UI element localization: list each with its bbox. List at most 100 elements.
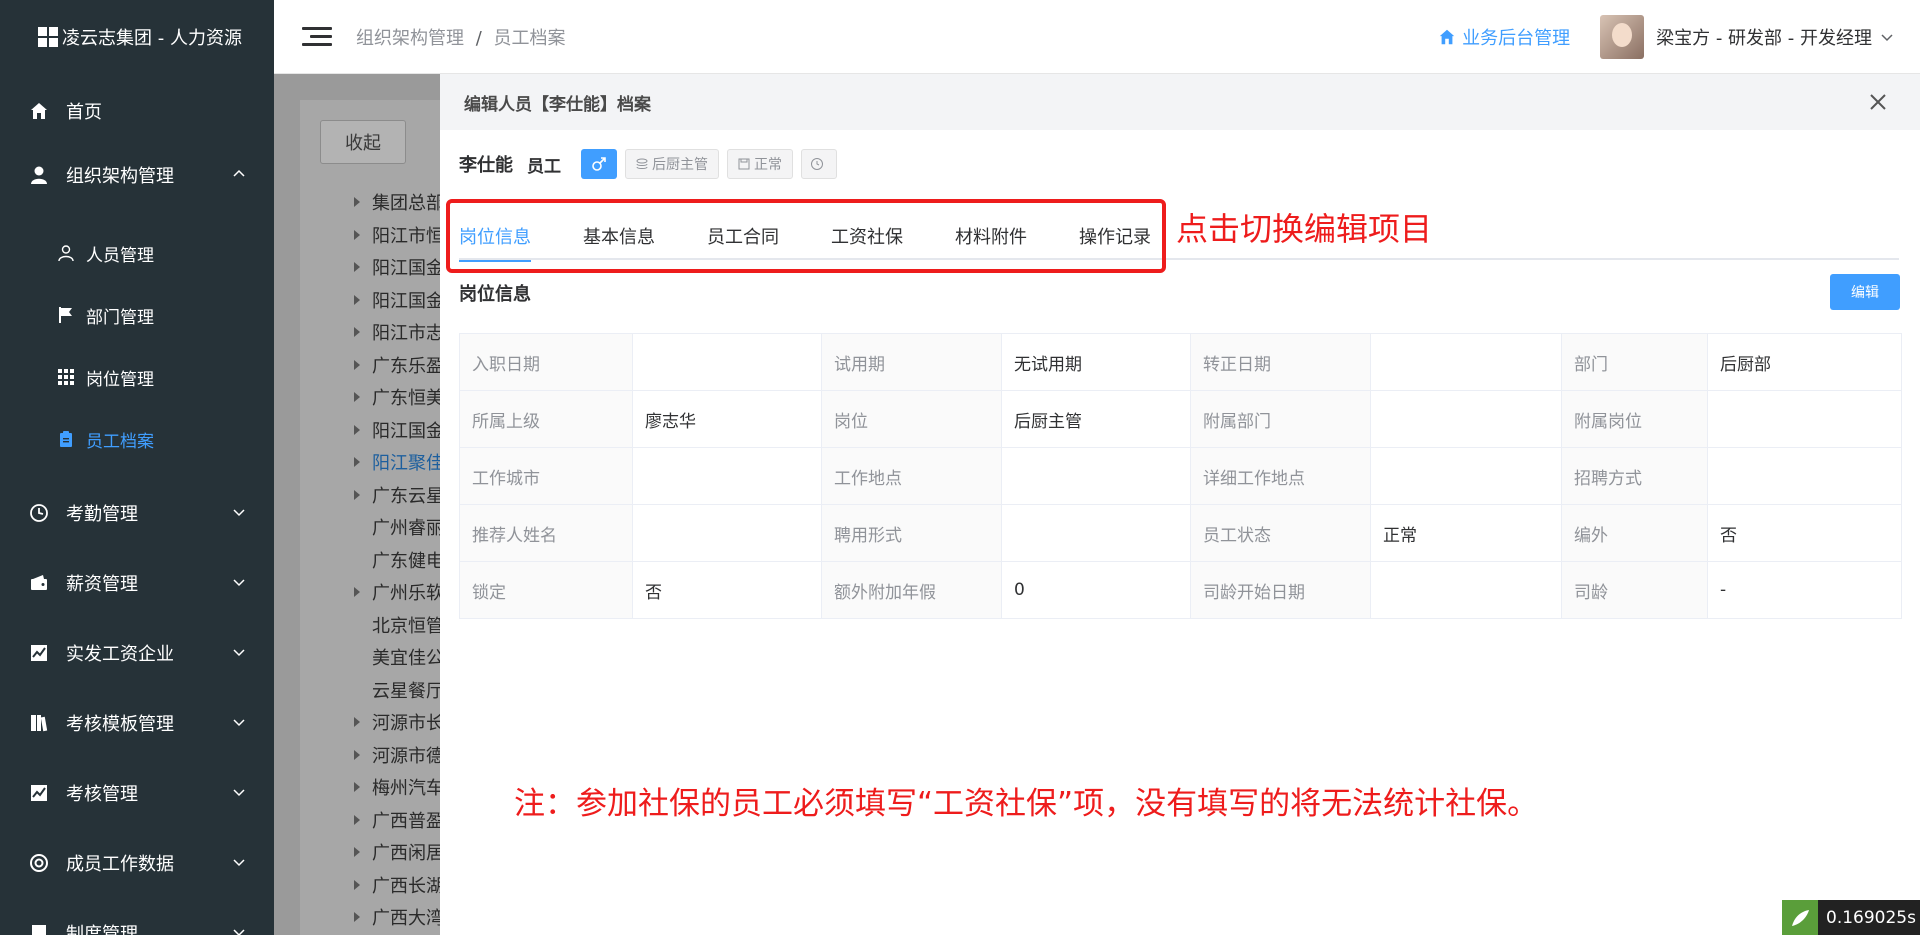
tree-node[interactable]: 广东健电 <box>354 544 444 577</box>
tree-node[interactable]: 阳江市志 <box>354 316 444 349</box>
table-row: 工作城市 工作地点 详细工作地点 招聘方式 <box>459 447 1902 505</box>
tree-node[interactable]: 阳江国金 <box>354 414 444 447</box>
sidebar-item-archive[interactable]: 员工档案 <box>0 408 274 470</box>
caret-right-icon[interactable] <box>354 359 360 370</box>
sidebar-item-template[interactable]: 考核模板管理 <box>0 688 274 758</box>
caret-right-icon[interactable] <box>354 814 360 825</box>
status-tag-label: 正常 <box>754 157 782 173</box>
tree-node[interactable]: 河源市长 <box>354 706 444 739</box>
caret-right-icon[interactable] <box>354 879 360 890</box>
user-menu[interactable]: 梁宝方 - 研发部 - 开发经理 <box>1656 24 1894 50</box>
field-value <box>1707 447 1902 505</box>
tree-node[interactable]: 河源市德 <box>354 739 444 772</box>
caret-right-icon[interactable] <box>354 912 360 923</box>
field-value: 否 <box>632 561 822 619</box>
tree-node-label: 北京恒管 <box>372 615 444 637</box>
tree-node[interactable]: 集团总部 <box>354 186 444 219</box>
chevron-up-icon <box>233 169 245 177</box>
table-row: 所属上级 廖志华 岗位 后厨主管 附属部门 附属岗位 <box>459 390 1902 448</box>
leaf-logo-icon <box>1782 900 1818 935</box>
tab-operation-log[interactable]: 操作记录 <box>1079 212 1151 260</box>
biz-admin-link[interactable]: 业务后台管理 <box>1438 24 1570 50</box>
caret-right-icon[interactable] <box>354 229 360 240</box>
close-icon[interactable] <box>1866 90 1890 114</box>
field-value <box>1370 447 1562 505</box>
tree-node[interactable]: 广西长湖 <box>354 869 444 902</box>
field-label: 详细工作地点 <box>1190 447 1371 505</box>
tree-node[interactable]: 广东恒美 <box>354 381 444 414</box>
field-label: 聘用形式 <box>821 504 1002 562</box>
caret-right-icon[interactable] <box>354 782 360 793</box>
sidebar-item-label: 成员工作数据 <box>66 854 174 875</box>
sidebar-item-payroll-company[interactable]: 实发工资企业 <box>0 618 274 688</box>
caret-right-icon[interactable] <box>354 197 360 208</box>
menu-toggle-icon[interactable] <box>302 22 332 52</box>
table-row: 入职日期 试用期 无试用期 转正日期 部门 后厨部 <box>459 333 1902 391</box>
field-label: 推荐人姓名 <box>459 504 633 562</box>
brand[interactable]: 凌云志集团 - 人力资源 <box>0 0 274 74</box>
sidebar-item-label: 组织架构管理 <box>66 166 174 187</box>
tree-node[interactable]: 云星餐厅 <box>354 674 444 707</box>
tree-node[interactable]: 广西普盈 <box>354 804 444 837</box>
caret-right-icon[interactable] <box>354 392 360 403</box>
tree-node[interactable]: 阳江国金 <box>354 251 444 284</box>
tab-position-info[interactable]: 岗位信息 <box>459 212 531 262</box>
sidebar-item-attendance[interactable]: 考勤管理 <box>0 478 274 548</box>
tree-node[interactable]: 广州睿丽 <box>354 511 444 544</box>
sidebar-item-label: 考勤管理 <box>66 504 138 525</box>
tree-node-label: 广西大湾 <box>372 908 444 930</box>
caret-right-icon[interactable] <box>354 294 360 305</box>
tab-attachments[interactable]: 材料附件 <box>955 212 1027 260</box>
tree-node[interactable]: 美宜佳公 <box>354 641 444 674</box>
sidebar-item-home[interactable]: 首页 <box>0 76 274 146</box>
collapse-button[interactable]: 收起 <box>320 120 406 164</box>
chart-icon <box>28 782 50 804</box>
breadcrumb-item[interactable]: 组织架构管理 <box>356 28 464 49</box>
edit-button[interactable]: 编辑 <box>1830 274 1900 310</box>
tree-node[interactable]: 广州乐软 <box>354 576 444 609</box>
tree-node[interactable]: 广东云星 <box>354 479 444 512</box>
tree-node[interactable]: 广东乐盈 <box>354 349 444 382</box>
tree-node-label: 阳江聚佳 <box>372 453 444 475</box>
tab-basic-info[interactable]: 基本信息 <box>583 212 655 260</box>
tree-node-label: 河源市德 <box>372 745 444 767</box>
tree-node-label: 广西闲居 <box>372 843 444 865</box>
avatar[interactable] <box>1600 15 1645 59</box>
sidebar-item-salary[interactable]: 薪资管理 <box>0 548 274 618</box>
caret-right-icon[interactable] <box>354 327 360 338</box>
tab-contract[interactable]: 员工合同 <box>707 212 779 260</box>
sidebar-item-org[interactable]: 组织架构管理 <box>0 140 274 210</box>
sidebar-item-position[interactable]: 岗位管理 <box>0 346 274 408</box>
caret-right-icon[interactable] <box>354 262 360 273</box>
caret-right-icon[interactable] <box>354 717 360 728</box>
sidebar-item-member-data[interactable]: 成员工作数据 <box>0 828 274 898</box>
chevron-down-icon <box>233 789 245 797</box>
field-value <box>1370 333 1562 391</box>
caret-right-icon[interactable] <box>354 424 360 435</box>
tree-node[interactable]: 广西大湾 <box>354 901 444 934</box>
tree-node[interactable]: 梅州汽车 <box>354 771 444 804</box>
field-label: 转正日期 <box>1190 333 1371 391</box>
chevron-down-icon <box>233 649 245 657</box>
tree-node[interactable]: 广西闲居 <box>354 836 444 869</box>
field-label: 额外附加年假 <box>821 561 1002 619</box>
caret-right-icon[interactable] <box>354 489 360 500</box>
caret-right-icon[interactable] <box>354 749 360 760</box>
caret-right-icon[interactable] <box>354 587 360 598</box>
table-row: 锁定否额外附加年假 0 司龄开始日期 司龄 - <box>459 561 1902 619</box>
caret-right-icon[interactable] <box>354 847 360 858</box>
sidebar-item-assessment[interactable]: 考核管理 <box>0 758 274 828</box>
caret-right-icon[interactable] <box>354 457 360 468</box>
tree-node[interactable]: 北京恒管 <box>354 609 444 642</box>
field-label: 司龄开始日期 <box>1190 561 1371 619</box>
sidebar-item-people[interactable]: 人员管理 <box>0 222 274 284</box>
position-info-table: 入职日期 试用期 无试用期 转正日期 部门 后厨部 所属上级 廖志华 岗位 后厨主管 附属部门 附属岗… <box>459 333 1902 619</box>
sidebar-item-policy[interactable]: 制度管理 <box>0 898 274 935</box>
field-value <box>632 333 822 391</box>
tree-node[interactable]: 阳江国金 <box>354 284 444 317</box>
sidebar-item-label: 部门管理 <box>86 307 154 328</box>
tab-salary-insurance[interactable]: 工资社保 <box>831 212 903 260</box>
tree-node[interactable]: 阳江市恒 <box>354 219 444 252</box>
sidebar-item-dept[interactable]: 部门管理 <box>0 284 274 346</box>
tree-node[interactable]: 阳江聚佳 <box>354 446 444 479</box>
